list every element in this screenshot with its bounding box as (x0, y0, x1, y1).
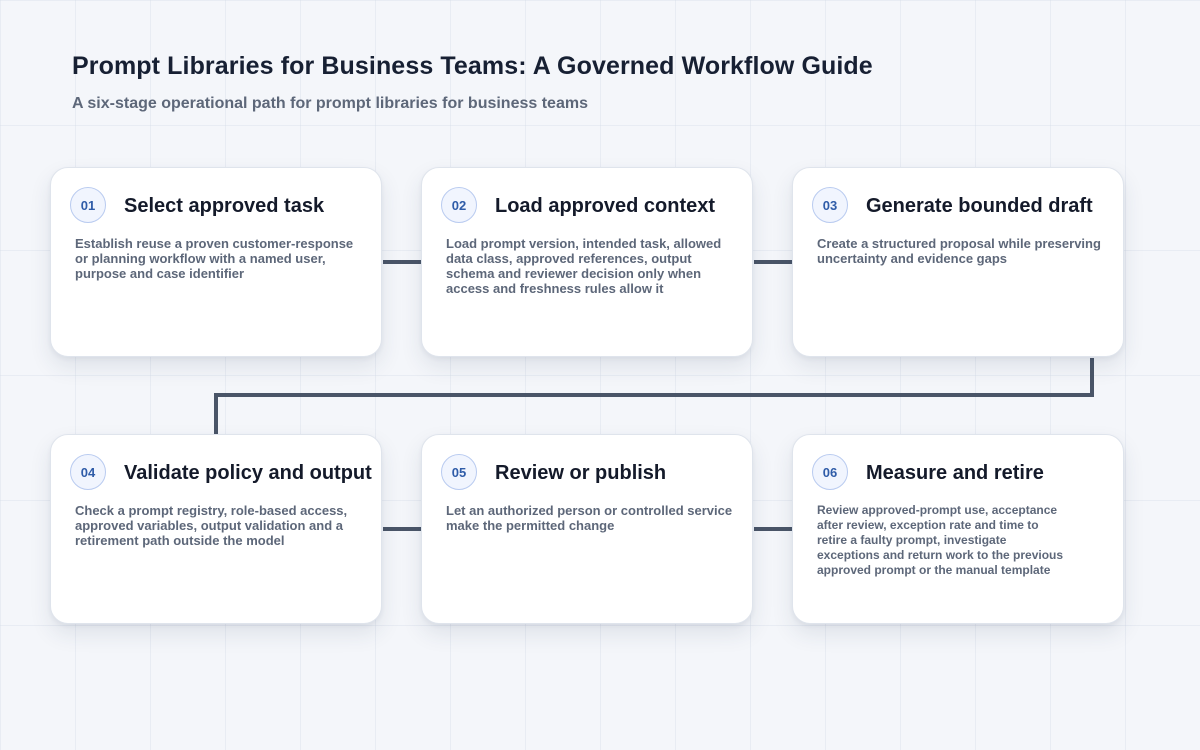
step-card-01: 01 Select approved task Establish reuse … (50, 167, 382, 357)
step-number-badge: 05 (441, 454, 477, 490)
step-number-badge: 06 (812, 454, 848, 490)
step-card-03: 03 Generate bounded draft Create a struc… (792, 167, 1124, 357)
step-description: Let an authorized person or controlled s… (446, 503, 733, 533)
step-description: Establish reuse a proven customer-respon… (75, 236, 354, 281)
step-number-badge: 04 (70, 454, 106, 490)
step-title: Load approved context (495, 195, 716, 217)
step-title: Measure and retire (866, 462, 1044, 484)
step-number-badge: 02 (441, 187, 477, 223)
step-title: Review or publish (495, 462, 667, 484)
step-description: Check a prompt registry, role-based acce… (75, 503, 348, 548)
step-number-badge: 03 (812, 187, 848, 223)
step-card-04: 04 Validate policy and output Check a pr… (50, 434, 382, 624)
step-card-06: 06 Measure and retire Review approved-pr… (792, 434, 1124, 624)
step-title: Validate policy and output (124, 462, 372, 484)
step-title: Select approved task (124, 195, 325, 217)
connector-3-4 (214, 358, 1094, 434)
flow-connectors (214, 260, 1094, 531)
step-card-05: 05 Review or publish Let an authorized p… (421, 434, 753, 624)
step-description: Review approved-prompt use, acceptance a… (817, 503, 1064, 577)
step-number-badge: 01 (70, 187, 106, 223)
step-description: Create a structured proposal while prese… (817, 236, 1101, 266)
step-card-02: 02 Load approved context Load prompt ver… (421, 167, 753, 357)
step-title: Generate bounded draft (866, 195, 1093, 217)
step-description: Load prompt version, intended task, allo… (446, 236, 722, 296)
